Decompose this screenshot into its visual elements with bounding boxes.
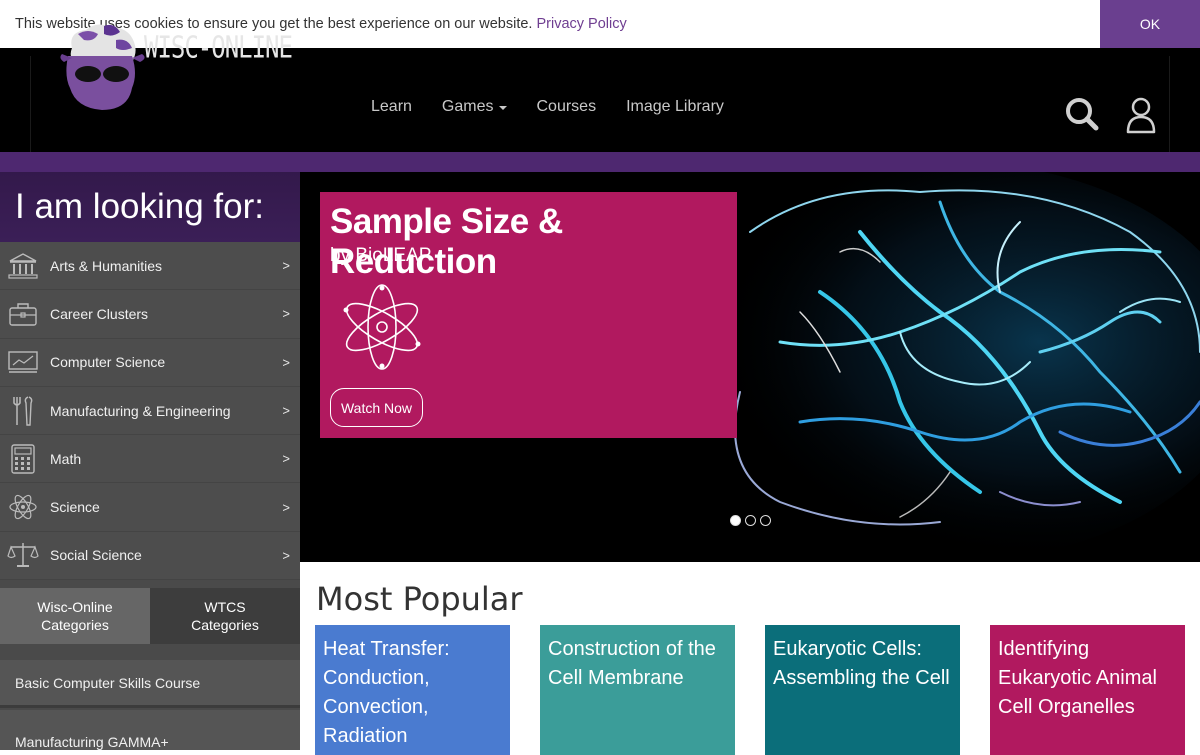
category-label: Social Science bbox=[50, 547, 142, 564]
watch-now-button[interactable]: Watch Now bbox=[330, 388, 423, 427]
link-basic-computer-skills[interactable]: Basic Computer Skills Course bbox=[0, 660, 300, 709]
carousel-dot-2[interactable] bbox=[745, 515, 756, 526]
popular-card-cell-membrane[interactable]: Construction of the Cell Membrane bbox=[540, 625, 735, 755]
popular-card-title: Identifying Eukaryotic Animal Cell Organ… bbox=[998, 638, 1157, 718]
logo-text[interactable]: WISC-ONLINE bbox=[144, 30, 293, 65]
atom-icon bbox=[343, 284, 421, 370]
category-label: Science bbox=[50, 499, 100, 516]
calculator-icon bbox=[6, 442, 40, 476]
chevron-right-icon: > bbox=[282, 547, 290, 563]
cow-logo-icon[interactable] bbox=[58, 18, 148, 118]
category-social-science[interactable]: Social Science > bbox=[0, 532, 300, 581]
popular-card-heat-transfer[interactable]: Heat Transfer: Conduction, Convection, R… bbox=[315, 625, 510, 755]
search-icon[interactable] bbox=[1064, 96, 1100, 132]
category-computer-science[interactable]: Computer Science > bbox=[0, 339, 300, 387]
nav-games-label: Games bbox=[441, 98, 494, 115]
hero-title: Sample Size & Reduction bbox=[330, 202, 563, 281]
privacy-policy-link[interactable]: Privacy Policy bbox=[536, 16, 626, 32]
hero-feature-card: Sample Size & Reduction by BioLEAP Watch… bbox=[320, 192, 737, 438]
caret-down-icon bbox=[498, 106, 507, 110]
tab-wtcs-categories[interactable]: WTCS Categories bbox=[150, 588, 300, 645]
carousel-dot-1[interactable] bbox=[730, 515, 741, 526]
museum-icon bbox=[6, 249, 40, 283]
cookie-ok-button[interactable]: OK bbox=[1100, 0, 1200, 48]
category-label: Manufacturing & Engineering bbox=[50, 402, 231, 419]
nav-games[interactable]: Games bbox=[442, 98, 507, 116]
header-accent-strip bbox=[0, 152, 1200, 172]
monitor-icon bbox=[6, 345, 40, 379]
link-manufacturing-gamma[interactable]: Manufacturing GAMMA+ bbox=[0, 710, 300, 751]
user-icon[interactable] bbox=[1124, 95, 1158, 135]
popular-card-eukaryotic-cells[interactable]: Eukaryotic Cells: Assembling the Cell bbox=[765, 625, 960, 755]
chevron-right-icon: > bbox=[282, 403, 290, 419]
category-career-clusters[interactable]: Career Clusters > bbox=[0, 290, 300, 339]
scales-icon bbox=[6, 538, 40, 572]
tools-icon bbox=[6, 394, 40, 428]
popular-card-title: Eukaryotic Cells: Assembling the Cell bbox=[773, 638, 950, 689]
category-label: Career Clusters bbox=[50, 305, 149, 322]
hero-carousel: Sample Size & Reduction by BioLEAP Watch… bbox=[300, 172, 1200, 562]
popular-card-title: Construction of the Cell Membrane bbox=[548, 638, 716, 689]
category-tabs: Wisc-Online Categories WTCS Categories bbox=[0, 588, 300, 645]
category-manufacturing-engineering[interactable]: Manufacturing & Engineering > bbox=[0, 387, 300, 436]
chevron-right-icon: > bbox=[282, 451, 290, 467]
nav-learn[interactable]: Learn bbox=[371, 98, 412, 116]
main-nav: Learn Games Courses Image Library bbox=[371, 98, 754, 116]
most-popular-heading: Most Popular bbox=[316, 580, 523, 618]
carousel-indicators bbox=[730, 515, 771, 526]
category-arts-humanities[interactable]: Arts & Humanities > bbox=[0, 242, 300, 291]
chevron-right-icon: > bbox=[282, 499, 290, 515]
hero-subtitle: by BioLEAP bbox=[330, 245, 432, 266]
popular-card-title: Heat Transfer: Conduction, Convection, R… bbox=[323, 638, 450, 747]
category-list: Arts & Humanities > Career Clusters > Co… bbox=[0, 242, 300, 581]
category-label: Computer Science bbox=[50, 354, 166, 371]
chevron-right-icon: > bbox=[282, 306, 290, 322]
chevron-right-icon: > bbox=[282, 354, 290, 370]
category-label: Arts & Humanities bbox=[50, 257, 163, 274]
category-math[interactable]: Math > bbox=[0, 435, 300, 484]
tab-wisc-online-categories[interactable]: Wisc-Online Categories bbox=[0, 588, 150, 645]
category-sidebar: I am looking for: Arts & Humanities > Ca… bbox=[0, 172, 300, 751]
popular-card-cell-organelles[interactable]: Identifying Eukaryotic Animal Cell Organ… bbox=[990, 625, 1185, 755]
sidebar-title: I am looking for: bbox=[0, 172, 300, 242]
atom-icon bbox=[6, 490, 40, 524]
category-science[interactable]: Science > bbox=[0, 483, 300, 532]
nav-image-library[interactable]: Image Library bbox=[626, 98, 724, 116]
briefcase-icon bbox=[6, 297, 40, 331]
category-label: Math bbox=[50, 450, 82, 467]
chevron-right-icon: > bbox=[282, 258, 290, 274]
carousel-dot-3[interactable] bbox=[760, 515, 771, 526]
nav-courses[interactable]: Courses bbox=[537, 98, 597, 116]
